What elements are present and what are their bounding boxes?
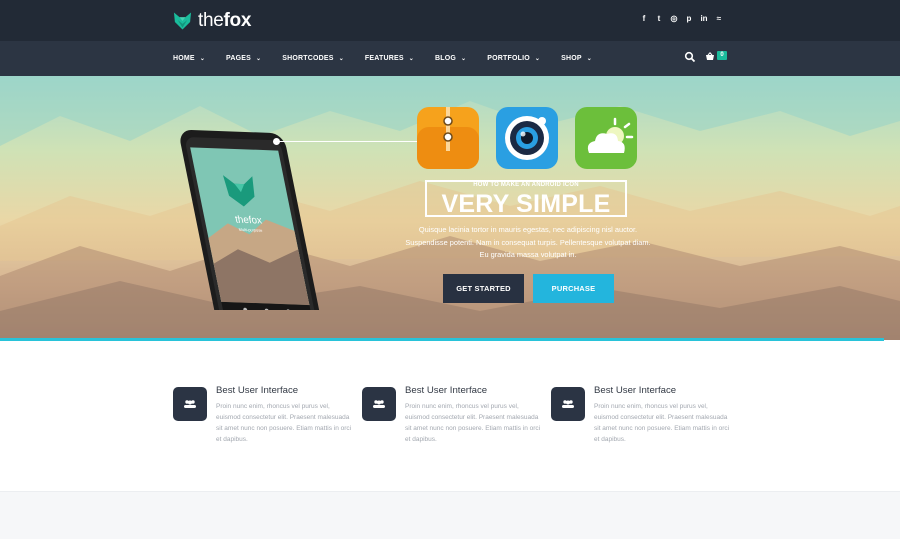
- chevron-down-icon: ⌄: [461, 56, 467, 62]
- nav-item-shop[interactable]: SHOP ⌄: [561, 55, 592, 62]
- feature-title: Best User Interface: [594, 385, 677, 396]
- android-phone-mockup: thefox Multi-purpose: [180, 129, 322, 310]
- chevron-down-icon: ⌄: [338, 56, 344, 62]
- phone-screen-tagline: Multi-purpose: [238, 227, 263, 233]
- chevron-down-icon: ⌄: [256, 56, 262, 62]
- feature-text: Proin nunc enim, rhoncus vel purus vel, …: [594, 403, 730, 443]
- feature-text: Proin nunc enim, rhoncus vel purus vel, …: [216, 403, 352, 443]
- next-section-band: [0, 491, 900, 539]
- linkedin-icon[interactable]: in: [700, 14, 708, 24]
- feature-text: Proin nunc enim, rhoncus vel purus vel, …: [405, 403, 541, 443]
- logo-text: thefox: [198, 10, 252, 31]
- dribbble-icon[interactable]: ◎: [670, 14, 678, 24]
- main-menu: HOME ⌄ PAGES ⌄ SHORTCODES ⌄ FEATURES ⌄ BLOG ⌄…: [173, 41, 613, 76]
- feature-title: Best User Interface: [216, 385, 299, 396]
- cart-count-badge: 0: [717, 50, 727, 60]
- nav-item-blog[interactable]: BLOG ⌄: [435, 55, 466, 62]
- search-icon[interactable]: [684, 51, 696, 63]
- feature-card: Best User Interface Proin nunc enim, rho…: [551, 385, 731, 457]
- nav-item-pages[interactable]: PAGES ⌄: [226, 55, 261, 62]
- users-icon: [362, 387, 396, 421]
- feature-card: Best User Interface Proin nunc enim, rho…: [173, 385, 353, 457]
- hero-subheading: HOW TO MAKE AN ANDROID ICON: [473, 182, 579, 188]
- chevron-down-icon: ⌄: [534, 56, 541, 62]
- nav-item-home[interactable]: HOME ⌄: [173, 55, 205, 62]
- twitter-icon[interactable]: t: [655, 14, 663, 24]
- zip-app-icon: [417, 107, 479, 169]
- pinterest-icon[interactable]: p: [685, 14, 693, 24]
- chevron-down-icon: ⌄: [199, 56, 206, 62]
- top-bar: thefox f t ◎ p in ≈: [0, 0, 900, 41]
- users-icon: [173, 387, 207, 421]
- hero-heading: VERY SIMPLE: [441, 190, 611, 218]
- phone-screen-brand: thefox: [234, 215, 263, 227]
- camera-app-icon: [496, 107, 558, 169]
- hero-description: Quisque lacinia tortor in mauris egestas…: [405, 225, 651, 259]
- main-navbar: HOME ⌄ PAGES ⌄ SHORTCODES ⌄ FEATURES ⌄ BLOG ⌄…: [0, 41, 900, 76]
- weather-app-icon: [575, 107, 637, 169]
- users-icon: [551, 387, 585, 421]
- site-logo[interactable]: thefox: [173, 10, 251, 32]
- feature-title: Best User Interface: [405, 385, 488, 396]
- get-started-button[interactable]: GET STARTED: [443, 274, 524, 303]
- nav-item-portfolio[interactable]: PORTFOLIO ⌄: [487, 55, 540, 62]
- chevron-down-icon: ⌄: [586, 56, 592, 62]
- cart-icon[interactable]: [705, 52, 715, 62]
- hero-connector-dot: [273, 138, 280, 145]
- hero-connector-line: [276, 141, 417, 142]
- nav-tools: 0: [684, 50, 727, 63]
- feature-card: Best User Interface Proin nunc enim, rho…: [362, 385, 542, 457]
- features-section: Best User Interface Proin nunc enim, rho…: [0, 341, 900, 491]
- facebook-icon[interactable]: f: [640, 14, 648, 24]
- nav-item-features[interactable]: FEATURES ⌄: [365, 55, 414, 62]
- nav-item-shortcodes[interactable]: SHORTCODES ⌄: [282, 55, 344, 62]
- chevron-down-icon: ⌄: [408, 56, 414, 62]
- purchase-button[interactable]: PURCHASE: [533, 274, 614, 303]
- fox-logo-icon: [173, 12, 192, 30]
- social-links: f t ◎ p in ≈: [640, 14, 723, 24]
- rss-icon[interactable]: ≈: [715, 14, 723, 24]
